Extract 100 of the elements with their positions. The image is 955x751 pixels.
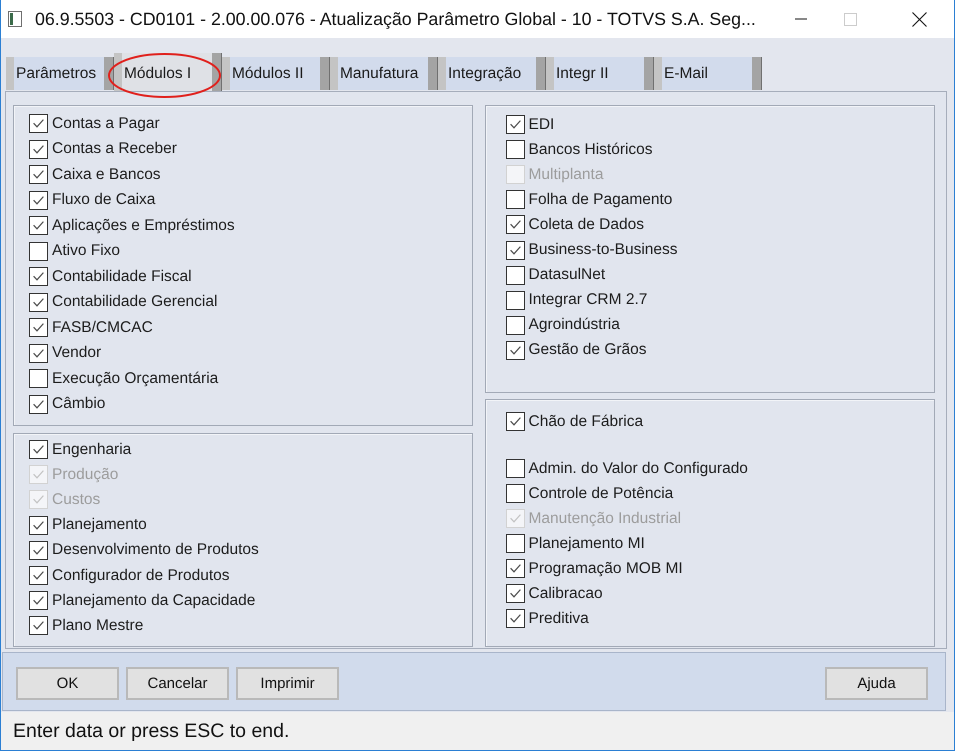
checkbox[interactable] <box>29 591 48 610</box>
checkbox-label[interactable]: EDI <box>528 116 554 134</box>
checkbox-label[interactable]: Calibracao <box>528 584 603 602</box>
checkbox[interactable] <box>506 266 524 285</box>
checkbox-label[interactable]: Ativo Fixo <box>52 242 120 260</box>
checkbox[interactable] <box>29 140 48 159</box>
checkbox-label[interactable]: DatasulNet <box>528 266 606 284</box>
tab[interactable]: E-Mail <box>654 57 761 90</box>
checkbox-label[interactable]: Coleta de Dados <box>528 216 644 234</box>
close-icon[interactable] <box>912 12 927 26</box>
tab[interactable]: Manufatura <box>330 57 437 90</box>
checkbox-label[interactable]: Contas a Receber <box>52 140 177 158</box>
checkbox-label[interactable]: Planejamento <box>52 516 147 534</box>
check-icon <box>33 621 44 630</box>
check-icon <box>510 346 520 355</box>
check-icon <box>33 221 44 230</box>
check-icon <box>33 348 44 358</box>
check-icon <box>33 272 44 282</box>
checkbox-label[interactable]: Agroindústria <box>528 316 620 334</box>
checkbox[interactable] <box>506 115 524 134</box>
dialog-button[interactable]: OK <box>16 667 119 700</box>
checkbox[interactable] <box>506 412 524 431</box>
checkbox[interactable] <box>29 165 48 184</box>
tab[interactable]: Integração <box>438 57 545 90</box>
check-icon <box>510 614 520 623</box>
checkbox-label[interactable]: Vendor <box>52 344 102 362</box>
checkbox[interactable] <box>506 240 524 260</box>
checkbox[interactable] <box>29 440 48 460</box>
check-icon <box>33 298 44 307</box>
checkbox-label[interactable]: Integrar CRM 2.7 <box>528 291 648 310</box>
dialog-button[interactable]: Imprimir <box>236 667 339 700</box>
checkbox-label[interactable]: Chão de Fábrica <box>528 412 644 430</box>
checkbox[interactable] <box>29 616 48 636</box>
check-icon <box>33 445 44 454</box>
checkbox[interactable] <box>29 267 48 286</box>
checkbox[interactable] <box>29 394 48 414</box>
status-text: Enter data or press ESC to end. <box>13 720 290 742</box>
checkbox[interactable] <box>29 516 48 535</box>
checkbox[interactable] <box>29 318 48 338</box>
checkbox-label[interactable]: Caixa e Bancos <box>52 166 161 184</box>
checkbox-label[interactable]: Fluxo de Caixa <box>52 191 156 210</box>
checkbox-label[interactable]: Business-to-Business <box>528 241 678 260</box>
checkbox[interactable] <box>29 114 48 134</box>
checkbox[interactable] <box>29 190 48 210</box>
checkbox[interactable] <box>506 584 524 603</box>
checkbox-label[interactable]: Desenvolvimento de Produtos <box>52 541 259 560</box>
check-icon <box>510 246 520 255</box>
checkbox[interactable] <box>506 340 524 360</box>
checkbox-label[interactable]: FASB/CMCAC <box>52 318 153 337</box>
tab[interactable]: Integr II <box>546 57 653 90</box>
checkbox[interactable] <box>29 216 48 236</box>
checkbox-label[interactable]: Controle de Potência <box>528 484 674 502</box>
checkbox-label[interactable]: Execução Orçamentária <box>52 370 218 388</box>
checkbox[interactable] <box>29 344 48 363</box>
check-icon <box>33 571 44 580</box>
check-icon <box>33 495 44 504</box>
checkbox-label[interactable]: Folha de Pagamento <box>528 190 672 209</box>
checkbox-label[interactable]: Programação MOB MI <box>528 560 683 578</box>
checkbox[interactable] <box>506 140 524 160</box>
check-icon <box>33 196 44 205</box>
help-button[interactable]: Ajuda <box>825 667 928 700</box>
checkbox[interactable] <box>29 566 48 586</box>
checkbox[interactable] <box>506 459 524 478</box>
checkbox-label[interactable]: Contabilidade Gerencial <box>52 293 218 312</box>
checkbox[interactable] <box>29 242 48 261</box>
checkbox-label[interactable]: Preditiva <box>528 610 589 628</box>
checkbox[interactable] <box>506 190 524 210</box>
tab[interactable]: Parâmetros <box>6 57 113 90</box>
checkbox[interactable] <box>506 559 524 578</box>
checkbox-label[interactable]: Contabilidade Fiscal <box>52 268 192 286</box>
check-icon <box>510 564 520 573</box>
check-icon <box>33 170 44 180</box>
checkbox-label[interactable]: Bancos Históricos <box>528 140 653 159</box>
checkbox-label[interactable]: Gestão de Grãos <box>528 341 647 360</box>
checkbox-label[interactable]: Admin. do Valor do Configurado <box>528 460 748 478</box>
checkbox[interactable] <box>506 215 524 234</box>
checkbox[interactable] <box>506 316 524 335</box>
checkbox[interactable] <box>506 484 524 503</box>
checkbox-label[interactable]: Planejamento MI <box>528 534 645 552</box>
check-icon <box>33 323 44 332</box>
checkbox-label[interactable]: Câmbio <box>52 395 106 414</box>
dialog-button[interactable]: Cancelar <box>126 667 229 700</box>
checkbox[interactable] <box>506 609 524 628</box>
checkbox[interactable] <box>506 534 524 553</box>
checkbox[interactable] <box>29 540 48 560</box>
checkbox-label[interactable]: Aplicações e Empréstimos <box>52 216 235 235</box>
check-icon <box>510 120 520 130</box>
tab[interactable]: Módulos II <box>222 57 329 90</box>
checkbox-label[interactable]: Planejamento da Capacidade <box>52 592 256 610</box>
check-icon <box>33 596 44 606</box>
checkbox[interactable] <box>506 290 524 310</box>
checkbox-label[interactable]: Configurador de Produtos <box>52 566 230 585</box>
checkbox-label[interactable]: Plano Mestre <box>52 616 144 635</box>
check-icon <box>510 417 520 426</box>
checkbox[interactable] <box>29 292 48 312</box>
checkbox-label[interactable]: Contas a Pagar <box>52 114 160 133</box>
checkbox-label[interactable]: Engenharia <box>52 440 132 459</box>
minimize-icon[interactable] <box>795 18 807 20</box>
tab[interactable]: Módulos I <box>114 53 221 91</box>
checkbox[interactable] <box>29 369 48 388</box>
